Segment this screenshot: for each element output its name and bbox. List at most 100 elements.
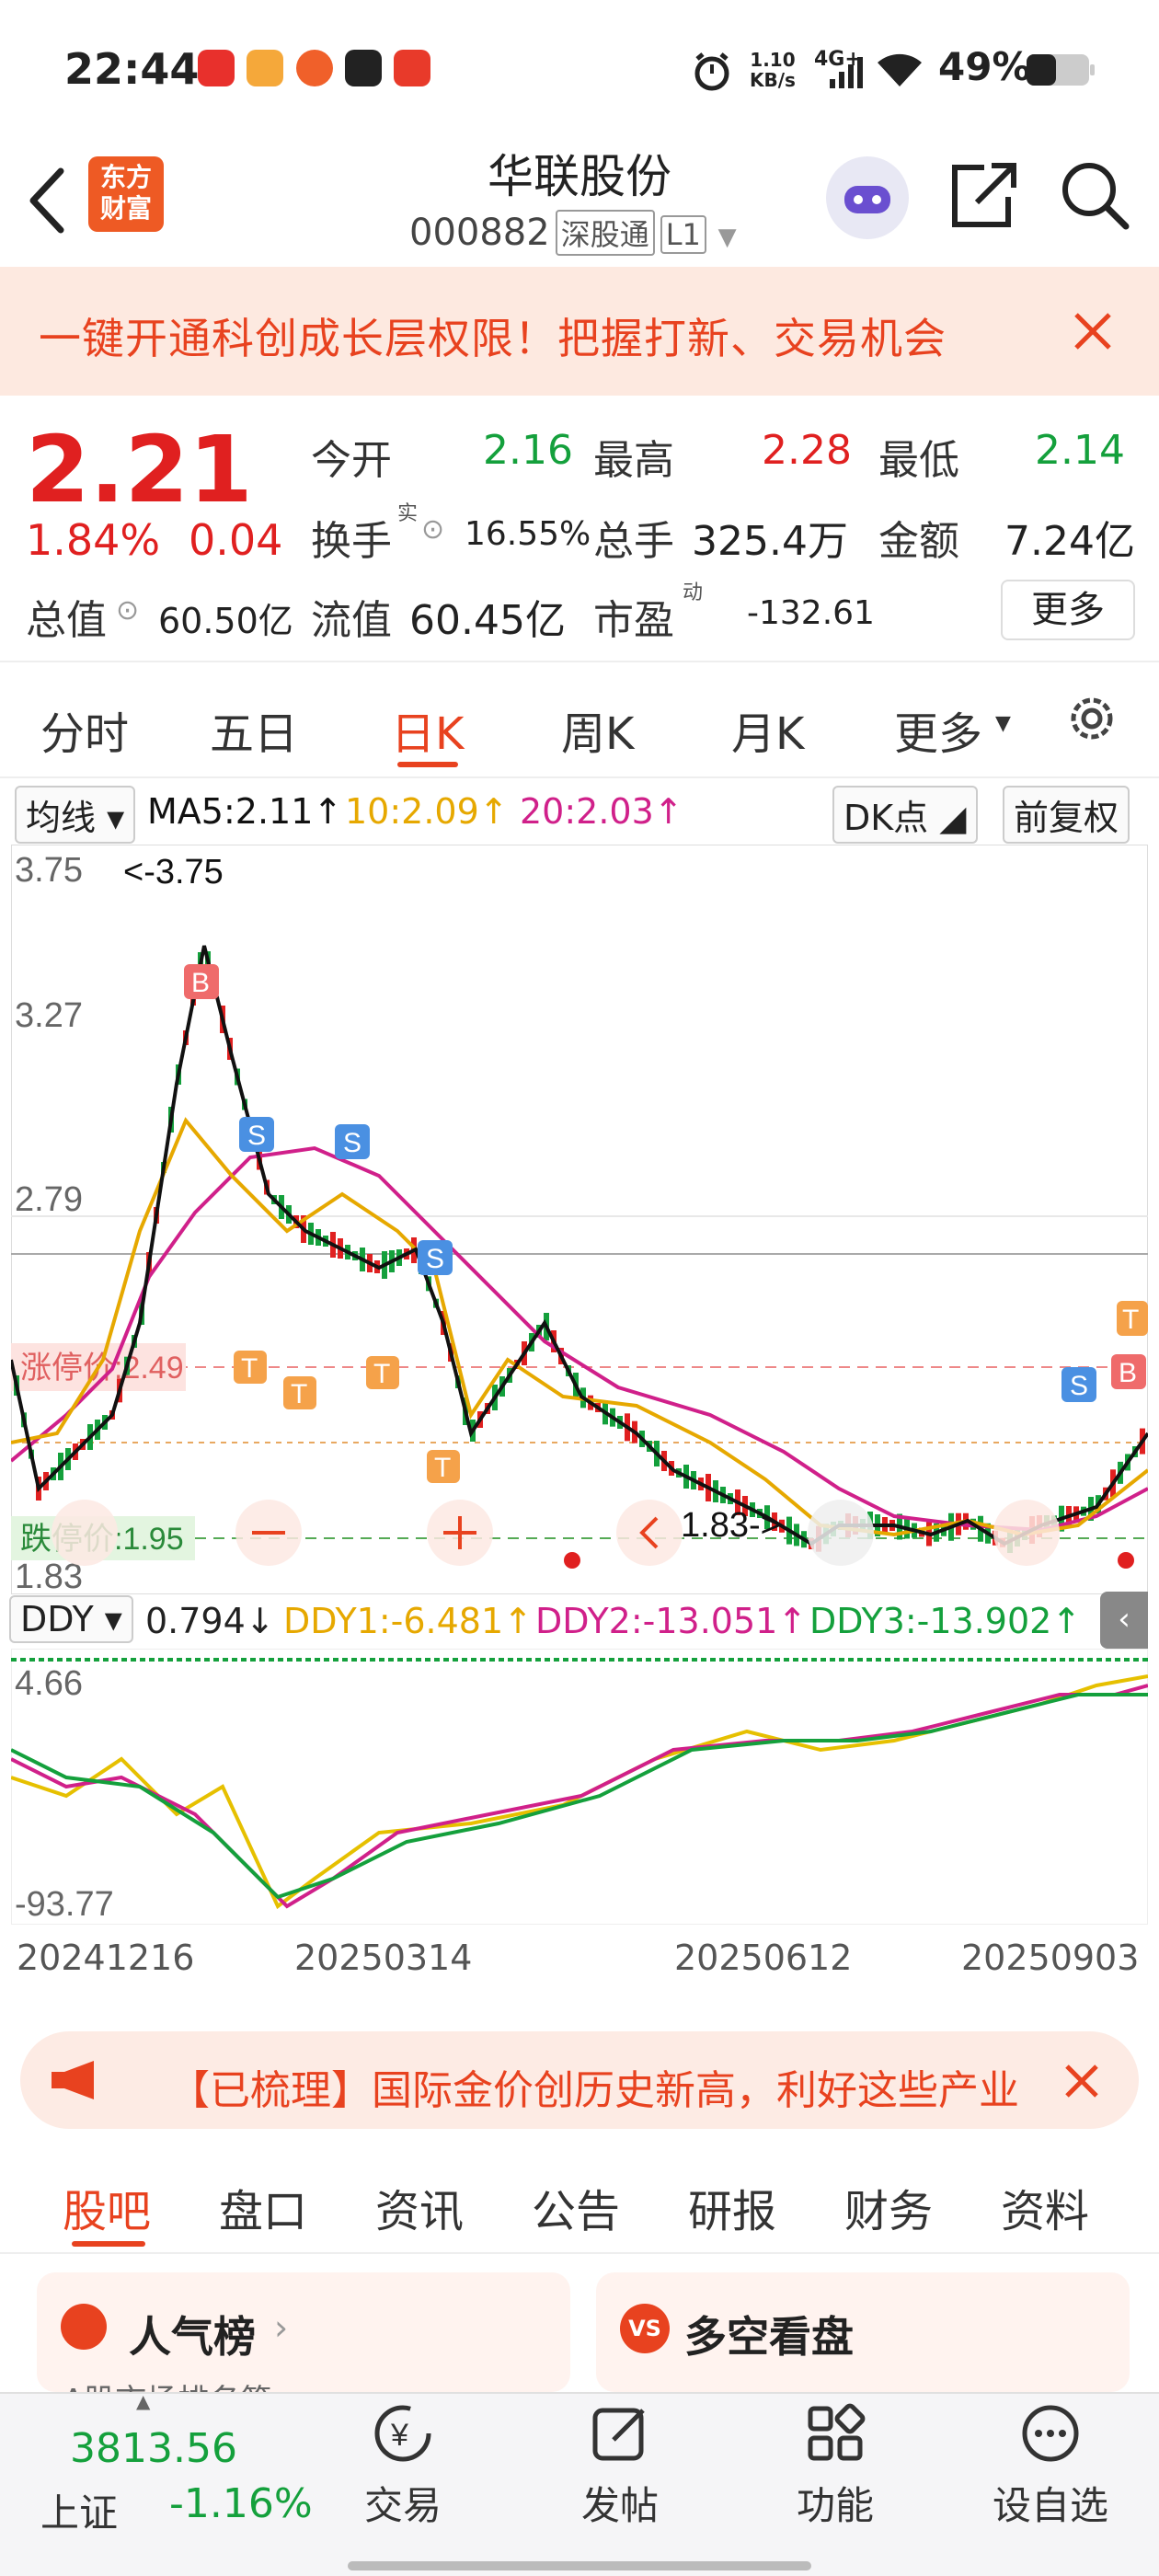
event-dot[interactable] [564, 1552, 580, 1569]
promo-text: 一键开通科创成长层权限！把握打新、交易机会 [39, 314, 947, 363]
ddy-y-bottom: -93.77 [15, 1885, 114, 1924]
tab-forum[interactable]: 股吧 [63, 2175, 151, 2239]
content-tabs: 股吧 盘口 资讯 公告 研报 财务 资料 [0, 2144, 1159, 2254]
ddy-y-top: 4.66 [15, 1664, 83, 1703]
y-axis-label: 2.79 [15, 1180, 83, 1219]
active-tab-underline [72, 2241, 145, 2247]
tab-financials[interactable]: 财务 [844, 2175, 933, 2239]
low-label: 最低 [878, 437, 959, 484]
app-notification-icon [198, 50, 235, 86]
tab-profile[interactable]: 资料 [1001, 2175, 1089, 2239]
promo-banner[interactable]: 一键开通科创成长层权限！把握打新、交易机会 [0, 267, 1159, 396]
tab-intraday[interactable]: 分时 [40, 697, 129, 762]
more-dots-icon [1022, 2405, 1079, 2462]
volume-label: 总手 [593, 518, 674, 565]
market-cap-value: 60.50亿 [158, 601, 293, 641]
tab-announcements[interactable]: 公告 [532, 2175, 620, 2239]
kline-chart[interactable]: 涨停价:2.49 跌停价:1.95 3.75 3.27 2.79 1.83 <-… [11, 845, 1148, 1594]
stock-code-line[interactable]: 000882 深股通 L1 ▼ [409, 210, 737, 256]
kline-tabs: 分时 五日 日K 周K 月K 更多 ▼ [0, 664, 1159, 778]
quote-panel: 2.21 1.84% 0.04 总值 ⊙ 60.50亿 今开 2.16 最高 2… [0, 396, 1159, 662]
chart-icon [61, 2304, 107, 2350]
tab-monthly-k[interactable]: 月K [731, 697, 804, 762]
long-short-title: 多空看盘 [684, 2312, 854, 2362]
max-price-marker: <-3.75 [123, 853, 224, 891]
index-change[interactable]: -1.16% [169, 2480, 313, 2527]
video-app-icon [247, 50, 283, 86]
news-ticker[interactable]: 【已梳理】国际金价创历史新高，利好这些产业 [20, 2031, 1139, 2129]
prev-button[interactable] [616, 1500, 683, 1566]
dk-point-toggle[interactable]: DK点 ◢ [832, 786, 978, 844]
battery-icon [1027, 54, 1095, 86]
home-indicator [348, 2561, 811, 2570]
tab-research[interactable]: 研报 [688, 2175, 776, 2239]
alarm-icon [694, 52, 729, 91]
gear-icon[interactable] [1063, 690, 1120, 747]
x-axis-date: 20250314 [294, 1938, 473, 1978]
ddy3-value: DDY3:-13.902↑ [809, 1601, 1082, 1641]
turnover-sup: 实 [397, 502, 419, 525]
index-value[interactable]: 3813.56 [70, 2425, 237, 2472]
adjust-toggle[interactable]: 前复权 [1003, 786, 1130, 844]
tab-weekly-k[interactable]: 周K [561, 697, 634, 762]
y-axis-label: 3.75 [15, 851, 83, 890]
vs-icon: VS [620, 2304, 670, 2353]
pe-label: 市盈 [593, 597, 674, 644]
popularity-card[interactable]: 人气榜 › A股市场排名第 [37, 2272, 570, 2420]
more-button[interactable]: 更多 [1001, 580, 1135, 640]
battery-percent: 49% [938, 44, 1031, 89]
listen-app-icon [394, 50, 430, 86]
svg-text:S: S [426, 1244, 444, 1274]
tab-orderbook[interactable]: 盘口 [219, 2175, 307, 2239]
pe-value: -132.61 [747, 594, 875, 632]
nav-post[interactable]: 发帖 [546, 2401, 694, 2531]
volume-value: 325.4万 [692, 518, 848, 565]
turnover-value: 16.55% [465, 515, 591, 553]
indicator-selector[interactable]: 均线 ▾ [15, 786, 136, 844]
event-dot[interactable] [1118, 1552, 1134, 1569]
nav-trade[interactable]: ¥ 交易 [329, 2401, 476, 2531]
svg-text:¥: ¥ [390, 2418, 408, 2453]
nav-add-watchlist[interactable]: 设自选 [977, 2401, 1124, 2531]
tab-news[interactable]: 资讯 [375, 2175, 464, 2239]
info-icon[interactable]: ⊙ [421, 513, 444, 546]
svg-text:S: S [343, 1128, 361, 1158]
wifi-icon [878, 53, 922, 86]
svg-text:T: T [241, 1353, 258, 1384]
turnover-label: 换手 [311, 518, 392, 565]
tab-five-day[interactable]: 五日 [210, 697, 298, 762]
trade-icon: ¥ [374, 2405, 431, 2462]
float-cap-value: 60.45亿 [409, 597, 566, 644]
scroll-left-button[interactable] [52, 1500, 118, 1566]
weibo-icon [296, 50, 333, 86]
ddy-legend: DDY ▾ 0.794↓ DDY1:-6.481↑ DDY2:-13.051↑ … [0, 1592, 1159, 1649]
nav-function[interactable]: 功能 [762, 2401, 909, 2531]
grid-icon [808, 2403, 866, 2461]
y-axis-label: 3.27 [15, 996, 83, 1035]
next-button[interactable] [808, 1500, 874, 1566]
chevron-right-icon: › [274, 2307, 289, 2348]
high-label: 最高 [593, 437, 674, 484]
high-value: 2.28 [762, 427, 852, 474]
scroll-right-button[interactable] [993, 1500, 1060, 1566]
status-bar: 22:44 1.10 KB/s 4G+ 49% [0, 0, 1159, 138]
ddy-value: 0.794↓ [145, 1601, 275, 1641]
close-icon[interactable] [1073, 311, 1113, 351]
close-icon[interactable] [1063, 2063, 1100, 2099]
long-short-card[interactable]: VS 多空看盘 [596, 2272, 1130, 2392]
tab-more[interactable]: 更多 [894, 697, 982, 762]
amount-value: 7.24亿 [1004, 518, 1135, 565]
x-axis-date: 20250612 [674, 1938, 853, 1978]
ddy-chart[interactable]: 4.66 -93.77 [11, 1649, 1148, 1925]
collapse-button[interactable]: ‹ [1100, 1592, 1148, 1649]
svg-text:B: B [1119, 1358, 1137, 1388]
chevron-down-icon: ▼ [717, 224, 737, 251]
shenzhen-connect-tag: 深股通 [555, 210, 655, 256]
info-icon[interactable]: ⊙ [116, 594, 139, 627]
index-name[interactable]: 上证 [40, 2482, 118, 2538]
ddy-selector[interactable]: DDY ▾ [9, 1595, 133, 1643]
x-axis-date: 20250903 [961, 1938, 1140, 1978]
stock-code: 000882 [409, 212, 550, 254]
svg-text:T: T [434, 1453, 451, 1483]
tab-daily-k[interactable]: 日K [391, 697, 464, 762]
